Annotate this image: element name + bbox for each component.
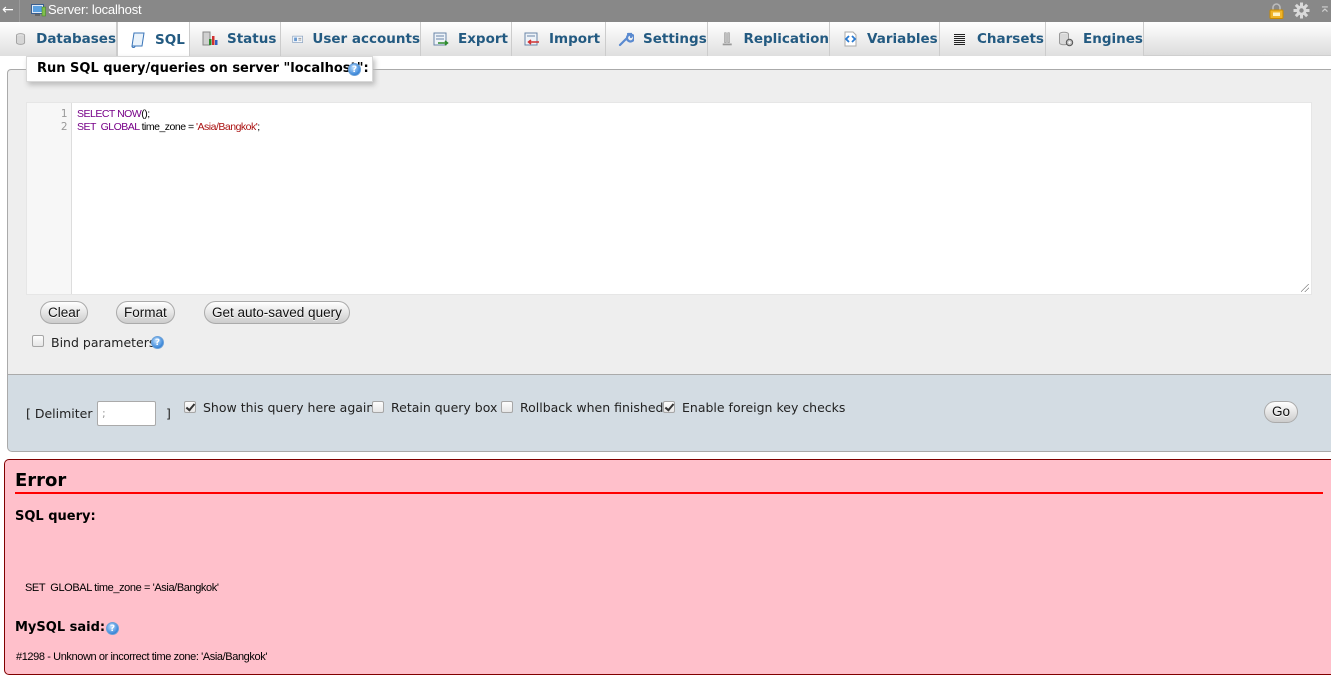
- engines-icon: [1059, 31, 1074, 47]
- enable-foreign-key-checks-checkbox[interactable]: [663, 401, 675, 413]
- tab-label: User accounts: [312, 31, 420, 47]
- charsets-icon: [954, 34, 965, 45]
- delimiter-label: [ Delimiter: [26, 406, 93, 421]
- tab-charsets[interactable]: Charsets: [940, 22, 1046, 56]
- delimiter-input[interactable]: [97, 401, 156, 426]
- tab-variables[interactable]: Variables: [830, 22, 940, 56]
- server-link[interactable]: Server: localhost: [48, 2, 142, 17]
- help-icon[interactable]: ?: [151, 336, 164, 349]
- code-line: SET GLOBAL time_zone = 'Asia/Bangkok';: [77, 121, 260, 133]
- error-title: Error: [15, 470, 1323, 494]
- tab-settings[interactable]: Settings: [606, 22, 708, 56]
- get-auto-saved-query-button[interactable]: Get auto-saved query: [204, 301, 350, 324]
- retain-query-box-label[interactable]: Retain query box: [391, 400, 497, 415]
- tab-label: Settings: [643, 31, 707, 47]
- server-breadcrumb-bar: ← Server: localhost ⌅: [0, 0, 1331, 22]
- tab-sql[interactable]: SQL: [117, 22, 190, 57]
- error-message-text: #1298 - Unknown or incorrect time zone: …: [16, 651, 268, 663]
- code-text-token: time_zone =: [139, 121, 197, 133]
- user-card-icon: [292, 35, 304, 43]
- variables-icon: [844, 31, 857, 47]
- database-icon: [16, 33, 26, 45]
- format-button[interactable]: Format: [116, 301, 175, 324]
- code-keyword-token: SET: [77, 121, 96, 133]
- gear-icon[interactable]: [1293, 2, 1310, 19]
- bind-parameters-label[interactable]: Bind parameters: [51, 335, 155, 350]
- rollback-when-finished-label[interactable]: Rollback when finished: [520, 400, 663, 415]
- code-keyword-token: NOW: [117, 108, 142, 120]
- sql-editor[interactable]: 1 2 SELECT NOW(); SET GLOBAL time_zone =…: [26, 102, 1312, 295]
- divider: [19, 0, 20, 22]
- sql-scroll-icon: [131, 32, 145, 48]
- server-icon: [31, 4, 46, 17]
- tab-label: Replication: [743, 31, 829, 47]
- lock-icon[interactable]: [1269, 3, 1284, 19]
- retain-query-box-checkbox[interactable]: [372, 401, 384, 413]
- show-query-again-checkbox[interactable]: [184, 401, 196, 413]
- code-keyword-token: SELECT: [77, 108, 115, 120]
- clear-button[interactable]: Clear: [40, 301, 89, 324]
- tab-label: Variables: [867, 31, 938, 47]
- tab-label: SQL: [155, 31, 185, 48]
- status-chart-icon: [202, 31, 218, 46]
- resize-handle[interactable]: [1301, 284, 1309, 292]
- tab-label: Import: [549, 31, 601, 47]
- enable-foreign-key-checks-label[interactable]: Enable foreign key checks: [682, 400, 845, 415]
- code-string-token: 'Asia/Bangkok': [196, 121, 258, 133]
- go-button[interactable]: Go: [1264, 401, 1299, 423]
- tab-engines[interactable]: Engines: [1046, 22, 1144, 56]
- code-keyword-token: GLOBAL: [100, 121, 140, 133]
- help-icon[interactable]: ?: [106, 622, 119, 635]
- import-icon: [524, 32, 539, 46]
- legend-text: Run SQL query/queries on server "localho…: [37, 61, 369, 76]
- tab-label: Charsets: [977, 31, 1044, 47]
- query-panel-legend: Run SQL query/queries on server "localho…: [26, 56, 373, 82]
- tab-replication[interactable]: Replication: [708, 22, 830, 56]
- left-arrow-icon[interactable]: ←: [2, 1, 18, 19]
- tab-status[interactable]: Status: [190, 22, 281, 56]
- bind-parameters-checkbox[interactable]: [32, 335, 44, 347]
- server-tabs: Databases SQL Status User accounts Expor…: [0, 22, 1331, 57]
- tab-import[interactable]: Import: [512, 22, 606, 56]
- collapse-icon[interactable]: ⌅: [1319, 0, 1331, 16]
- code-line: SELECT NOW();: [77, 108, 150, 120]
- code-text-token: ;: [257, 121, 260, 133]
- rollback-when-finished-checkbox[interactable]: [501, 401, 513, 413]
- tab-user-accounts[interactable]: User accounts: [281, 22, 421, 56]
- mysql-said-heading: MySQL said:: [15, 620, 106, 635]
- tab-label: Engines: [1083, 31, 1143, 47]
- tab-export[interactable]: Export: [421, 22, 512, 56]
- export-icon: [433, 32, 449, 46]
- failed-sql-query: SET GLOBAL time_zone = 'Asia/Bangkok': [25, 582, 219, 594]
- sql-query-heading: SQL query:: [15, 509, 96, 524]
- delimiter-close-bracket: ]: [166, 406, 171, 421]
- tab-label: Status: [227, 31, 277, 47]
- tab-label: Databases: [36, 31, 116, 47]
- replication-icon: [722, 32, 732, 46]
- line-number: 1: [60, 108, 68, 120]
- help-icon[interactable]: ?: [348, 63, 361, 76]
- show-query-again-label[interactable]: Show this query here again: [203, 400, 374, 415]
- code-text-token: ();: [141, 108, 150, 120]
- tab-label: Export: [458, 31, 508, 47]
- tab-databases[interactable]: Databases: [0, 22, 117, 56]
- line-number: 2: [60, 121, 68, 133]
- wrench-icon: [618, 32, 634, 47]
- line-number-gutter: 1 2: [27, 103, 72, 294]
- error-message-box: Error SQL query: SET GLOBAL time_zone = …: [4, 459, 1331, 675]
